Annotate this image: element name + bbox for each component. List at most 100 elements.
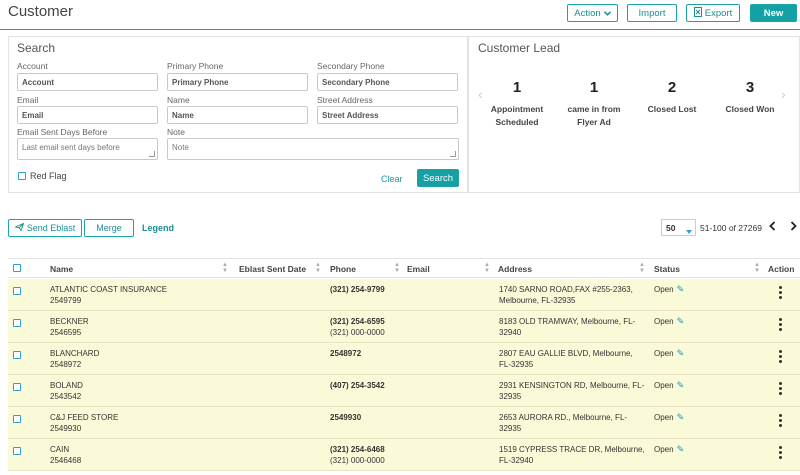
address-line2: FL-32940 xyxy=(499,456,534,465)
previous-page-icon[interactable] xyxy=(769,221,776,233)
street-address-input[interactable]: Street Address xyxy=(317,106,458,124)
new-button[interactable]: New xyxy=(750,4,797,22)
customer-name[interactable]: BOLAND xyxy=(50,380,83,391)
pencil-icon[interactable]: ✎ xyxy=(677,316,685,326)
column-header-status[interactable]: Status xyxy=(654,264,680,274)
sort-icon[interactable]: ▲ ▼ xyxy=(639,262,645,274)
new-label: New xyxy=(763,7,784,19)
clear-link[interactable]: Clear xyxy=(381,174,403,184)
export-button[interactable]: Export xyxy=(686,4,740,22)
customer-account: 2549930 xyxy=(50,424,82,433)
pencil-icon[interactable]: ✎ xyxy=(677,444,685,454)
sort-icon[interactable]: ▲ ▼ xyxy=(222,262,228,274)
row-checkbox[interactable] xyxy=(13,287,21,295)
pencil-icon[interactable]: ✎ xyxy=(677,380,685,390)
lead-label[interactable]: Closed Won xyxy=(713,103,787,116)
row-checkbox[interactable] xyxy=(13,447,21,455)
column-header-phone[interactable]: Phone xyxy=(330,264,356,274)
send-eblast-button[interactable]: Send Eblast xyxy=(8,219,82,237)
account-input[interactable]: Account xyxy=(17,73,158,91)
table-row[interactable]: CAIN 2546468 (321) 254-6468 (321) 000-00… xyxy=(8,439,800,471)
status-text: Open xyxy=(654,317,674,326)
action-dropdown-button[interactable]: Action xyxy=(567,4,618,22)
more-vertical-icon[interactable] xyxy=(779,382,782,397)
lead-count[interactable]: 1 xyxy=(486,79,548,96)
customer-account: 2548972 xyxy=(50,360,82,369)
caret-down-icon xyxy=(686,226,692,236)
customer-name[interactable]: CAIN xyxy=(50,444,69,455)
email-label: Email xyxy=(17,95,39,105)
lead-label[interactable]: Appointment Scheduled xyxy=(480,103,554,129)
address-line1: 2653 AURORA RD., Melbourne, FL- xyxy=(499,413,628,422)
header-divider xyxy=(0,29,800,30)
table-row[interactable]: BECKNER 2546595 (321) 254-6595 (321) 000… xyxy=(8,311,800,343)
status-cell: Open ✎ xyxy=(654,412,684,423)
row-checkbox[interactable] xyxy=(13,351,21,359)
search-button[interactable]: Search xyxy=(417,169,459,187)
status-text: Open xyxy=(654,445,674,454)
phone-primary: (321) 254-6468 xyxy=(330,445,385,454)
export-label: Export xyxy=(704,7,733,19)
lead-count[interactable]: 2 xyxy=(641,79,703,96)
row-checkbox[interactable] xyxy=(13,415,21,423)
more-vertical-icon[interactable] xyxy=(779,286,782,301)
sort-icon[interactable]: ▲ ▼ xyxy=(315,262,321,274)
phone-primary: (321) 254-6595 xyxy=(330,317,385,326)
address-line2: 32935 xyxy=(499,392,522,401)
table-row[interactable]: ATLANTIC COAST INSURANCE 2549799 (321) 2… xyxy=(8,279,800,311)
pencil-icon[interactable]: ✎ xyxy=(677,348,685,358)
email-sent-days-input[interactable]: Last email sent days before xyxy=(17,138,158,160)
customer-name[interactable]: ATLANTIC COAST INSURANCE xyxy=(50,284,167,295)
name-input[interactable]: Name xyxy=(167,106,308,124)
sort-icon[interactable]: ▲ ▼ xyxy=(484,262,490,274)
status-cell: Open ✎ xyxy=(654,444,684,455)
phone-secondary: (321) 000-0000 xyxy=(330,456,385,465)
column-header-email[interactable]: Email xyxy=(407,264,430,274)
merge-button[interactable]: Merge xyxy=(84,219,134,237)
table-row[interactable]: BLANCHARD 2548972 2548972 2807 EAU GALLI… xyxy=(8,343,800,375)
row-checkbox[interactable] xyxy=(13,383,21,391)
sort-icon[interactable]: ▲ ▼ xyxy=(754,262,760,274)
customer-name[interactable]: BLANCHARD xyxy=(50,348,99,359)
table-row[interactable]: C&J FEED STORE 2549930 2549930 2653 AURO… xyxy=(8,407,800,439)
primary-phone-input[interactable]: Primary Phone xyxy=(167,73,308,91)
note-input[interactable]: Note xyxy=(167,138,459,160)
import-label: Import xyxy=(638,7,666,19)
more-vertical-icon[interactable] xyxy=(779,318,782,333)
next-page-icon[interactable] xyxy=(790,221,797,233)
lead-label[interactable]: Closed Lost xyxy=(635,103,709,116)
pencil-icon[interactable]: ✎ xyxy=(677,284,685,294)
import-button[interactable]: Import xyxy=(627,4,677,22)
more-vertical-icon[interactable] xyxy=(779,414,782,429)
pencil-icon[interactable]: ✎ xyxy=(677,412,685,422)
select-all-checkbox[interactable] xyxy=(13,264,21,272)
lead-label[interactable]: came in from Flyer Ad xyxy=(557,103,631,129)
sort-icon[interactable]: ▲ ▼ xyxy=(394,262,400,274)
customer-account: 2549799 xyxy=(50,296,82,305)
secondary-phone-input[interactable]: Secondary Phone xyxy=(317,73,458,91)
row-checkbox[interactable] xyxy=(13,319,21,327)
more-vertical-icon[interactable] xyxy=(779,350,782,365)
address-line1: 1519 CYPRESS TRACE DR, Melbourne, xyxy=(499,445,645,454)
column-header-eblast[interactable]: Eblast Sent Date xyxy=(239,264,306,274)
chevron-left-icon[interactable]: ‹ xyxy=(478,86,483,102)
page-size-select[interactable]: 50 xyxy=(661,219,696,236)
customer-name[interactable]: BECKNER xyxy=(50,316,89,327)
status-cell: Open ✎ xyxy=(654,348,684,359)
status-text: Open xyxy=(654,285,674,294)
email-input[interactable]: Email xyxy=(17,106,158,124)
more-vertical-icon[interactable] xyxy=(779,446,782,461)
column-header-address[interactable]: Address xyxy=(498,264,532,274)
red-flag-checkbox[interactable] xyxy=(18,172,26,180)
chevron-down-icon xyxy=(603,8,611,19)
legend-link[interactable]: Legend xyxy=(142,223,174,233)
table-row[interactable]: BOLAND 2543542 (407) 254-3542 2931 KENSI… xyxy=(8,375,800,407)
address-line1: 2807 EAU GALLIE BLVD, Melbourne, xyxy=(499,349,633,358)
lead-count[interactable]: 1 xyxy=(563,79,625,96)
account-label: Account xyxy=(17,61,48,71)
customer-name[interactable]: C&J FEED STORE xyxy=(50,412,118,423)
note-label: Note xyxy=(167,127,185,137)
lead-count[interactable]: 3 xyxy=(719,79,781,96)
column-header-name[interactable]: Name xyxy=(50,264,73,274)
chevron-right-icon[interactable]: › xyxy=(781,86,786,102)
